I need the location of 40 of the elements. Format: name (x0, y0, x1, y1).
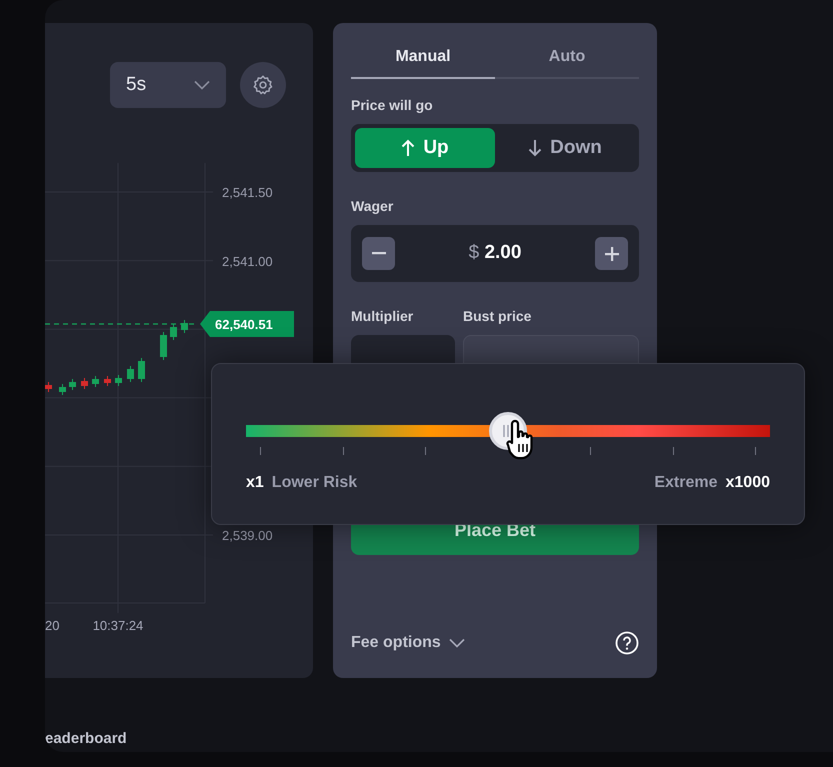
time-axis-label: 10:37:24 (92, 618, 144, 633)
interval-select[interactable]: 5s (110, 62, 226, 108)
multiplier-label: Multiplier (351, 307, 414, 326)
wager-amount: $ 2.00 (468, 241, 522, 266)
slider-tick (672, 447, 674, 455)
slider-tick (590, 447, 591, 455)
slider-tick (425, 447, 426, 455)
up-button[interactable]: Up (355, 128, 495, 168)
help-icon[interactable] (615, 631, 639, 655)
max-multiplier: x1000 (726, 473, 770, 493)
price-axis-label: 2,539.00 (222, 528, 273, 543)
max-risk-caption: Extreme (654, 473, 718, 493)
down-button[interactable]: Down (495, 128, 635, 168)
settings-button[interactable] (240, 62, 286, 108)
mode-tab[interactable]: Manual (351, 41, 495, 79)
plus-icon (604, 246, 618, 260)
settings-icon (252, 74, 274, 96)
direction-label: Price will go (351, 96, 434, 115)
wager-field[interactable]: $ 2.00 (351, 225, 639, 282)
fee-options-button[interactable]: Fee options (351, 631, 465, 655)
chevron-down-icon (194, 80, 210, 90)
price-axis-label: 2,541.50 (222, 185, 273, 200)
minus-icon (372, 252, 386, 255)
mode-tab[interactable]: Auto (495, 41, 639, 79)
arrow-down-icon (528, 139, 542, 157)
current-price-tag: 62,540.51 (200, 311, 294, 337)
slider-tick (342, 447, 344, 455)
bust-price-label: Bust price (463, 307, 532, 326)
chevron-down-icon (448, 638, 465, 648)
min-risk-caption: Lower Risk (272, 473, 358, 493)
increase-button[interactable] (595, 237, 628, 270)
slider-tick (755, 447, 756, 455)
wager-label: Wager (351, 197, 394, 216)
time-axis-label: 20 (45, 618, 60, 633)
decrease-button[interactable] (362, 237, 395, 270)
slider-tick (260, 447, 261, 455)
leaderboard-heading: eaderboard (45, 730, 128, 748)
min-multiplier: x1 (246, 473, 264, 493)
arrow-up-icon (401, 139, 416, 157)
price-axis-label: 2,541.00 (222, 254, 273, 269)
